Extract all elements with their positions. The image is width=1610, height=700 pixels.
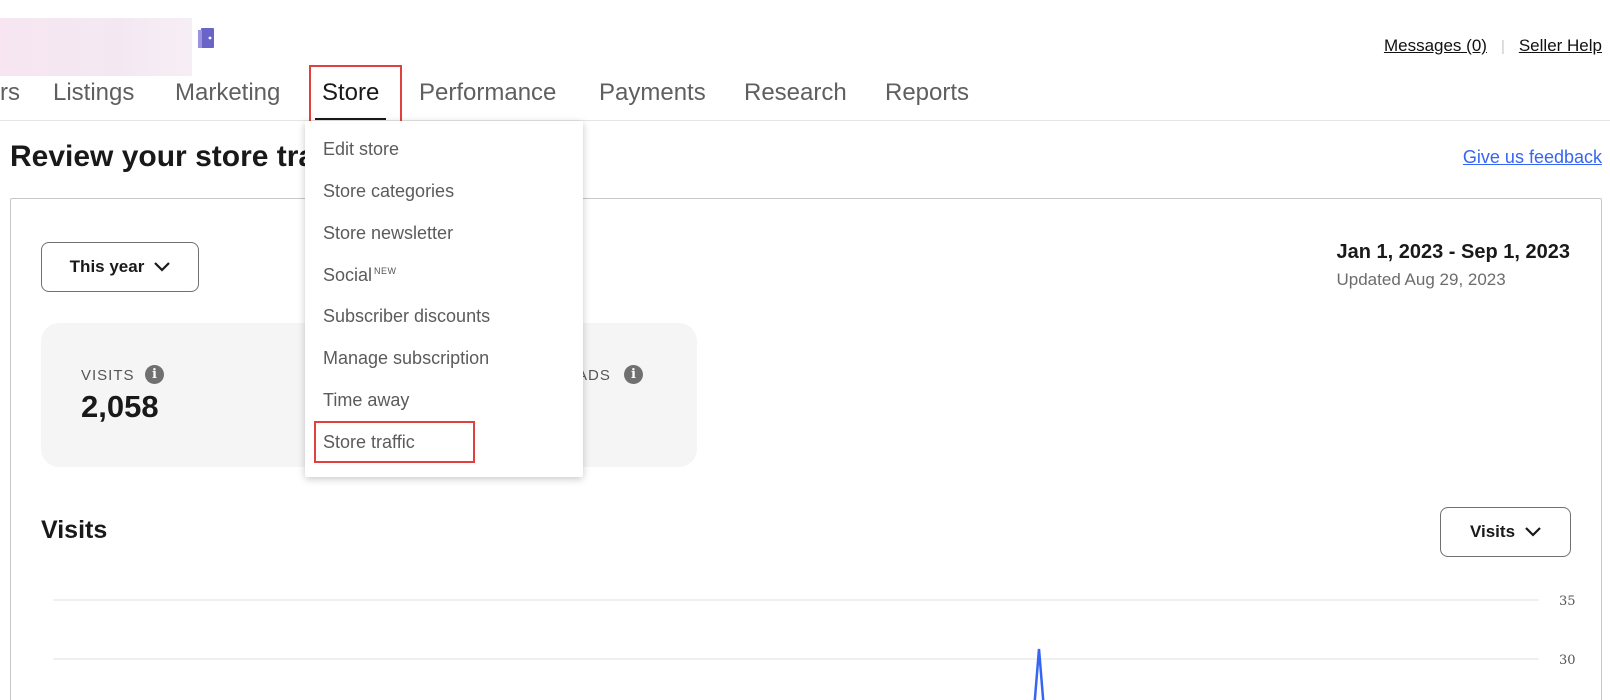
store-dropdown-menu: Edit store Store categories Store newsle… <box>305 121 583 477</box>
visits-metric-label: VISITS <box>81 367 135 384</box>
menu-item-subscriber-discounts[interactable]: Subscriber discounts <box>323 306 490 327</box>
y-tick-label: 35 <box>1559 594 1576 609</box>
menu-item-social-label: Social <box>323 265 373 285</box>
menu-item-time-away[interactable]: Time away <box>323 390 409 411</box>
page-title: Review your store traffic <box>10 140 310 173</box>
chevron-down-icon <box>154 262 171 272</box>
new-badge: NEW <box>374 266 397 276</box>
nav-tab-orders[interactable]: rs <box>0 76 20 110</box>
menu-item-store-traffic[interactable]: Store traffic <box>323 432 415 453</box>
menu-item-store-categories[interactable]: Store categories <box>323 181 454 202</box>
chart-metric-select-button[interactable]: Visits <box>1440 507 1571 557</box>
menu-item-manage-subscription[interactable]: Manage subscription <box>323 348 489 369</box>
utility-links: Messages (0) | Seller Help <box>1384 36 1602 56</box>
main-nav: rs Listings Marketing Store Performance … <box>0 76 1610 121</box>
date-range: Jan 1, 2023 - Sep 1, 2023 <box>1336 241 1571 263</box>
utility-separator: | <box>1500 37 1505 55</box>
nav-tab-performance[interactable]: Performance <box>419 76 556 110</box>
chevron-down-icon <box>1525 527 1541 537</box>
seller-help-link[interactable]: Seller Help <box>1519 36 1602 56</box>
date-range-block: Jan 1, 2023 - Sep 1, 2023 Updated Aug 29… <box>1337 241 1571 290</box>
visits-series-line <box>1033 648 1045 700</box>
period-select-button[interactable]: This year <box>41 242 199 292</box>
nav-tab-marketing[interactable]: Marketing <box>175 76 280 110</box>
visits-line-chart: 35 30 <box>53 594 1576 700</box>
nav-tab-reports[interactable]: Reports <box>885 76 969 110</box>
nav-tab-store[interactable]: Store <box>314 76 387 120</box>
nav-tab-research[interactable]: Research <box>744 76 847 110</box>
visits-chart-title: Visits <box>41 516 108 544</box>
messages-link[interactable]: Messages (0) <box>1384 36 1487 56</box>
menu-item-edit-store[interactable]: Edit store <box>323 139 399 160</box>
menu-item-social[interactable]: Social NEW <box>323 265 397 286</box>
nav-tab-payments[interactable]: Payments <box>599 76 706 110</box>
info-icon[interactable]: i <box>624 365 643 384</box>
nav-tab-listings[interactable]: Listings <box>53 76 134 110</box>
updated-date: Updated Aug 29, 2023 <box>1336 270 1506 289</box>
info-icon[interactable]: i <box>145 365 164 384</box>
store-door-icon <box>198 28 214 48</box>
brand-logo-area <box>0 18 192 76</box>
visits-metric-value: 2,058 <box>81 389 159 424</box>
give-feedback-link[interactable]: Give us feedback <box>1463 147 1602 168</box>
y-tick-label: 30 <box>1559 653 1576 668</box>
menu-item-store-newsletter[interactable]: Store newsletter <box>323 223 453 244</box>
period-select-label: This year <box>69 257 145 276</box>
chart-metric-select-label: Visits <box>1469 522 1516 541</box>
